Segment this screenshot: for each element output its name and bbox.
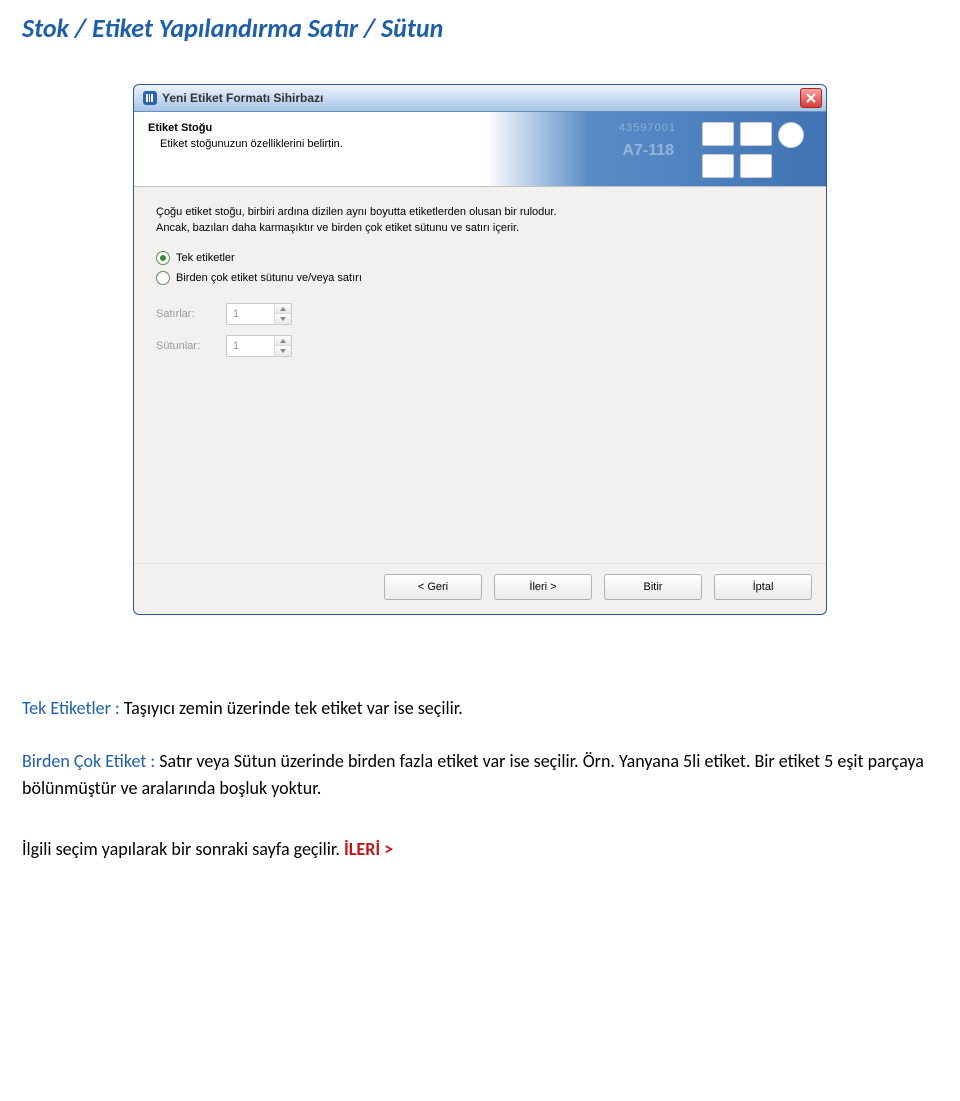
wizard-step-title: Etiket Stoğu <box>148 122 343 134</box>
post3-action: İLERİ > <box>344 838 393 860</box>
spinner-down-icon[interactable] <box>275 313 291 324</box>
titlebar[interactable]: Yeni Etiket Formatı Sihirbazı <box>134 85 826 112</box>
post2-lead: Birden Çok Etiket : <box>22 750 155 772</box>
header-deco-number: 43597001 <box>619 122 676 134</box>
wizard-header: 43597001 A7-118 Etiket Stoğu Etiket stoğ… <box>134 112 826 187</box>
dialog-title: Yeni Etiket Formatı Sihirbazı <box>162 91 800 105</box>
spinner-up-icon[interactable] <box>275 336 291 346</box>
spinner-up-icon[interactable] <box>275 304 291 314</box>
back-button[interactable]: < Geri <box>384 574 482 600</box>
header-deco-code: A7-118 <box>622 142 674 160</box>
radio-icon <box>156 251 170 265</box>
radio-label: Birden çok etiket sütunu ve/veya satırı <box>176 272 362 284</box>
post2-rest: Satır veya Sütun üzerinde birden fazla e… <box>22 750 924 799</box>
radio-icon <box>156 271 170 285</box>
wizard-step-subtitle: Etiket stoğunuzun özelliklerini belirtin… <box>160 138 343 150</box>
rows-label: Satırlar: <box>156 308 226 320</box>
post-paragraph-3: İlgili seçim yapılarak bir sonraki sayfa… <box>22 836 938 863</box>
app-icon <box>142 90 158 106</box>
post1-rest: Taşıyıcı zemin üzerinde tek etiket var i… <box>120 697 463 719</box>
cancel-button[interactable]: İptal <box>714 574 812 600</box>
radio-label: Tek etiketler <box>176 252 235 264</box>
next-button[interactable]: İleri > <box>494 574 592 600</box>
cols-spinner[interactable]: 1 <box>226 335 292 357</box>
close-icon[interactable] <box>800 88 822 108</box>
rows-value: 1 <box>227 304 274 324</box>
radio-multi-labels[interactable]: Birden çok etiket sütunu ve/veya satırı <box>156 271 804 285</box>
spinner-down-icon[interactable] <box>275 345 291 356</box>
cols-value: 1 <box>227 336 274 356</box>
post-paragraph-1: Tek Etiketler : Taşıyıcı zemin üzerinde … <box>22 695 938 722</box>
description-text: Çoğu etiket stoğu, birbiri ardına dizile… <box>156 205 576 237</box>
post-paragraph-2: Birden Çok Etiket : Satır veya Sütun üze… <box>22 748 938 802</box>
page-title: Stok / Etiket Yapılandırma Satır / Sütun <box>22 12 938 44</box>
finish-button[interactable]: Bitir <box>604 574 702 600</box>
rows-spinner[interactable]: 1 <box>226 303 292 325</box>
wizard-dialog: Yeni Etiket Formatı Sihirbazı 43597001 A… <box>133 84 827 615</box>
radio-single-labels[interactable]: Tek etiketler <box>156 251 804 265</box>
rows-field: Satırlar: 1 <box>156 303 804 325</box>
header-label-icons <box>702 122 812 176</box>
cols-label: Sütunlar: <box>156 340 226 352</box>
wizard-body: Çoğu etiket stoğu, birbiri ardına dizile… <box>134 187 826 563</box>
post3-text: İlgili seçim yapılarak bir sonraki sayfa… <box>22 838 344 860</box>
wizard-button-bar: < Geri İleri > Bitir İptal <box>134 563 826 614</box>
post1-lead: Tek Etiketler : <box>22 697 120 719</box>
cols-field: Sütunlar: 1 <box>156 335 804 357</box>
